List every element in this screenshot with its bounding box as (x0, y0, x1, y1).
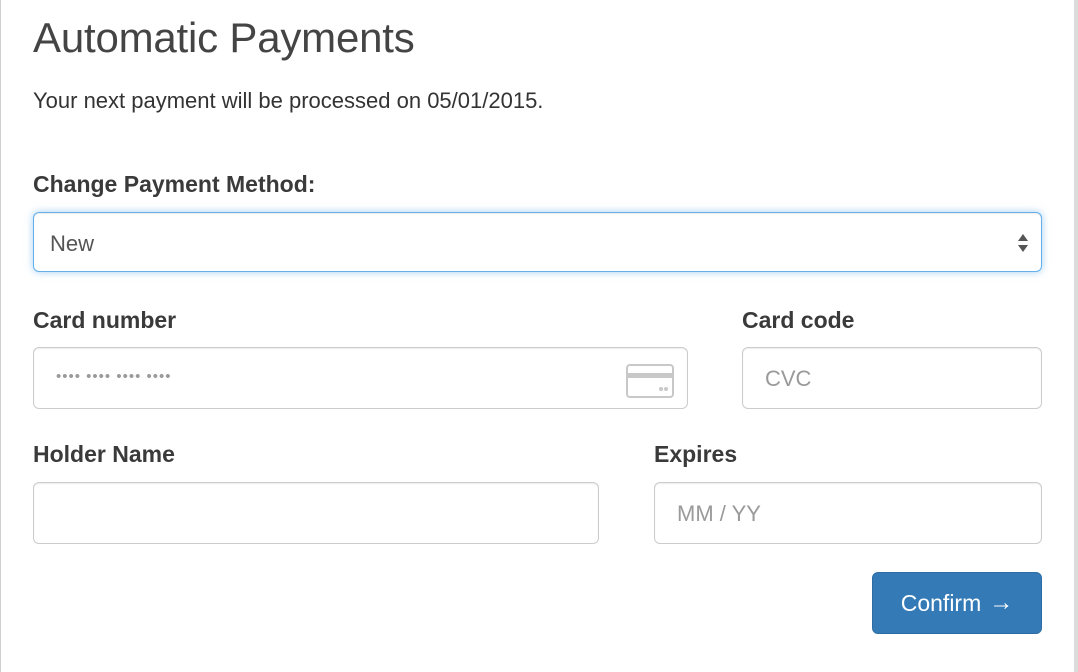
page-title: Automatic Payments (33, 14, 415, 61)
card-code-placeholder: CVC (765, 366, 812, 391)
card-code-input[interactable]: CVC (742, 347, 1042, 409)
next-payment-notice: Your next payment will be processed on 0… (33, 88, 544, 113)
expires-placeholder: MM / YY (677, 501, 761, 526)
card-code-label: Card code (742, 307, 855, 333)
card-number-placeholder: •••• •••• •••• •••• (56, 368, 172, 385)
credit-card-icon (626, 364, 674, 398)
card-number-input[interactable]: •••• •••• •••• •••• (33, 347, 688, 409)
card-number-label: Card number (33, 307, 177, 333)
holder-name-input[interactable] (33, 482, 599, 544)
confirm-button-label: Confirm (900, 589, 982, 616)
frame-left-border (0, 0, 1, 672)
select-arrows-icon (1018, 234, 1028, 252)
expires-label: Expires (654, 441, 738, 467)
confirm-button[interactable]: Confirm → (872, 572, 1042, 634)
expires-input[interactable]: MM / YY (654, 482, 1042, 544)
frame-right-border (1074, 0, 1078, 672)
payment-method-label: Change Payment Method: (33, 171, 316, 197)
holder-name-label: Holder Name (33, 441, 175, 467)
arrow-right-icon: → (989, 589, 1014, 616)
payment-method-selected-value: New (50, 231, 95, 256)
payment-method-select[interactable]: New (33, 212, 1042, 272)
